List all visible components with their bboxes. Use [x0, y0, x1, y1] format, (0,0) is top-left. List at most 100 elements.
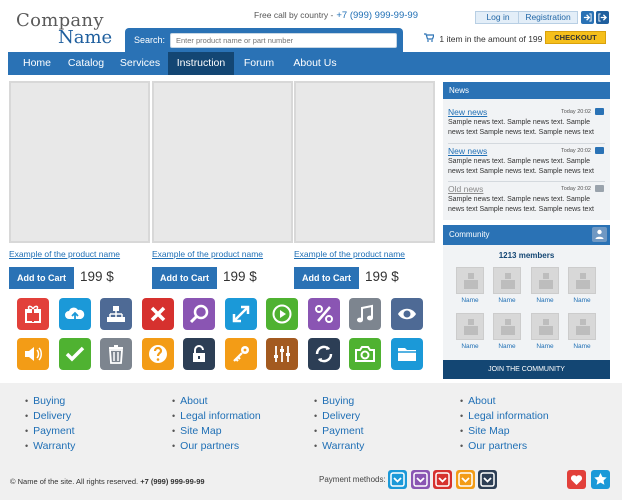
nav-item-about-us[interactable]: About Us: [284, 52, 346, 75]
footer-link[interactable]: • About: [172, 394, 261, 409]
key-icon[interactable]: [225, 338, 257, 370]
footer-link[interactable]: • Legal information: [460, 409, 549, 424]
footer-link-label: Our partners: [180, 440, 240, 452]
footer-link[interactable]: • Our partners: [460, 439, 549, 454]
footer-link[interactable]: • Payment: [314, 424, 364, 439]
search-label: Search:: [134, 35, 166, 45]
footer-link[interactable]: • Site Map: [172, 424, 261, 439]
news-panel: New news Today 20:02 Sample news text. S…: [443, 99, 610, 220]
product-name-link[interactable]: Example of the product name: [294, 249, 405, 259]
product-name-link[interactable]: Example of the product name: [152, 249, 263, 259]
member-card[interactable]: Name: [568, 313, 596, 350]
star-icon[interactable]: [591, 470, 610, 489]
payment-method-icon[interactable]: [478, 470, 497, 489]
camera-icon[interactable]: [349, 338, 381, 370]
search-input[interactable]: [170, 33, 397, 48]
product-image[interactable]: [152, 81, 293, 243]
payment-method-icon[interactable]: [411, 470, 430, 489]
nav-item-forum[interactable]: Forum: [234, 52, 284, 75]
avatar: [456, 267, 484, 294]
member-card[interactable]: Name: [493, 267, 521, 304]
close-icon[interactable]: [142, 298, 174, 330]
search-icon[interactable]: [183, 298, 215, 330]
footer-link-label: Legal information: [468, 410, 549, 422]
cart-summary[interactable]: 1 item in the amount of 199 $: [424, 33, 549, 44]
news-title-link[interactable]: New news: [448, 107, 487, 117]
check-icon[interactable]: [59, 338, 91, 370]
footer-link[interactable]: • Buying: [25, 394, 75, 409]
comment-icon[interactable]: [595, 185, 604, 192]
folder-icon[interactable]: [391, 338, 423, 370]
help-icon[interactable]: [142, 338, 174, 370]
add-to-cart-button[interactable]: Add to Cart: [9, 267, 74, 289]
cart-text: 1 item in the amount of 199 $: [439, 34, 550, 44]
footer-link[interactable]: • Our partners: [172, 439, 261, 454]
volume-icon[interactable]: [17, 338, 49, 370]
eye-icon[interactable]: [391, 298, 423, 330]
payment-method-icon[interactable]: [456, 470, 475, 489]
play-icon[interactable]: [266, 298, 298, 330]
login-icon[interactable]: [581, 11, 594, 24]
payment-method-icon[interactable]: [433, 470, 452, 489]
news-title-link[interactable]: Old news: [448, 184, 483, 194]
members-count: 1213 members: [498, 251, 555, 260]
footer-link[interactable]: • Warranty: [25, 439, 75, 454]
registration-button[interactable]: Registration: [518, 11, 578, 24]
avatar: [531, 267, 559, 294]
recycle-icon[interactable]: [308, 338, 340, 370]
cloud-upload-icon[interactable]: [59, 298, 91, 330]
news-title-link[interactable]: New news: [448, 146, 487, 156]
exit-icon[interactable]: [596, 11, 609, 24]
add-to-cart-button[interactable]: Add to Cart: [294, 267, 359, 289]
trash-icon[interactable]: [100, 338, 132, 370]
equalizer-icon[interactable]: [266, 338, 298, 370]
comment-icon[interactable]: [595, 108, 604, 115]
footer-link[interactable]: • Delivery: [314, 409, 364, 424]
footer-link[interactable]: • Site Map: [460, 424, 549, 439]
community-header: Community: [443, 225, 610, 245]
member-card[interactable]: Name: [568, 267, 596, 304]
member-card[interactable]: Name: [531, 313, 559, 350]
sitemap-icon[interactable]: [100, 298, 132, 330]
site-logo[interactable]: Company Name: [16, 12, 113, 48]
heart-icon[interactable]: [567, 470, 586, 489]
footer-link[interactable]: • Warranty: [314, 439, 364, 454]
nav-item-instruction[interactable]: Instruction: [168, 52, 234, 75]
footer-link[interactable]: • Legal information: [172, 409, 261, 424]
comment-icon[interactable]: [595, 147, 604, 154]
footer-link[interactable]: • Delivery: [25, 409, 75, 424]
nav-item-services[interactable]: Services: [112, 52, 168, 75]
member-card[interactable]: Name: [456, 267, 484, 304]
percent-icon[interactable]: [308, 298, 340, 330]
footer-link[interactable]: • Buying: [314, 394, 364, 409]
product-image[interactable]: [294, 81, 435, 243]
login-button[interactable]: Log in: [475, 11, 521, 24]
member-name: Name: [498, 297, 516, 304]
music-icon[interactable]: [349, 298, 381, 330]
footer-links: • About • Legal information • Site Map • Our…: [460, 394, 549, 454]
footer-link[interactable]: • About: [460, 394, 549, 409]
group-icon[interactable]: [592, 227, 607, 242]
add-to-cart-button[interactable]: Add to Cart: [152, 267, 217, 289]
footer-link-label: Payment: [33, 425, 75, 437]
payment-method-icon[interactable]: [388, 470, 407, 489]
checkout-button[interactable]: CHECKOUT: [545, 31, 606, 44]
member-card[interactable]: Name: [531, 267, 559, 304]
phone-number: +7 (999) 999-99-99: [336, 10, 418, 21]
nav-item-home[interactable]: Home: [14, 52, 60, 75]
avatar: [493, 267, 521, 294]
expand-icon[interactable]: [225, 298, 257, 330]
lock-icon[interactable]: [183, 338, 215, 370]
logo-line-2: Name: [58, 27, 113, 48]
member-card[interactable]: Name: [493, 313, 521, 350]
join-community-button[interactable]: JOIN THE COMMUNITY: [443, 360, 610, 379]
product-image[interactable]: [9, 81, 150, 243]
member-card[interactable]: Name: [456, 313, 484, 350]
nav-item-catalog[interactable]: Catalog: [60, 52, 112, 75]
product-name-link[interactable]: Example of the product name: [9, 249, 120, 259]
news-date: Today 20:02: [561, 148, 591, 154]
gift-icon[interactable]: [17, 298, 49, 330]
footer-link[interactable]: • Payment: [25, 424, 75, 439]
copyright-text: © Name of the site. All rights reserved.: [10, 477, 139, 486]
member-name: Name: [536, 343, 554, 350]
